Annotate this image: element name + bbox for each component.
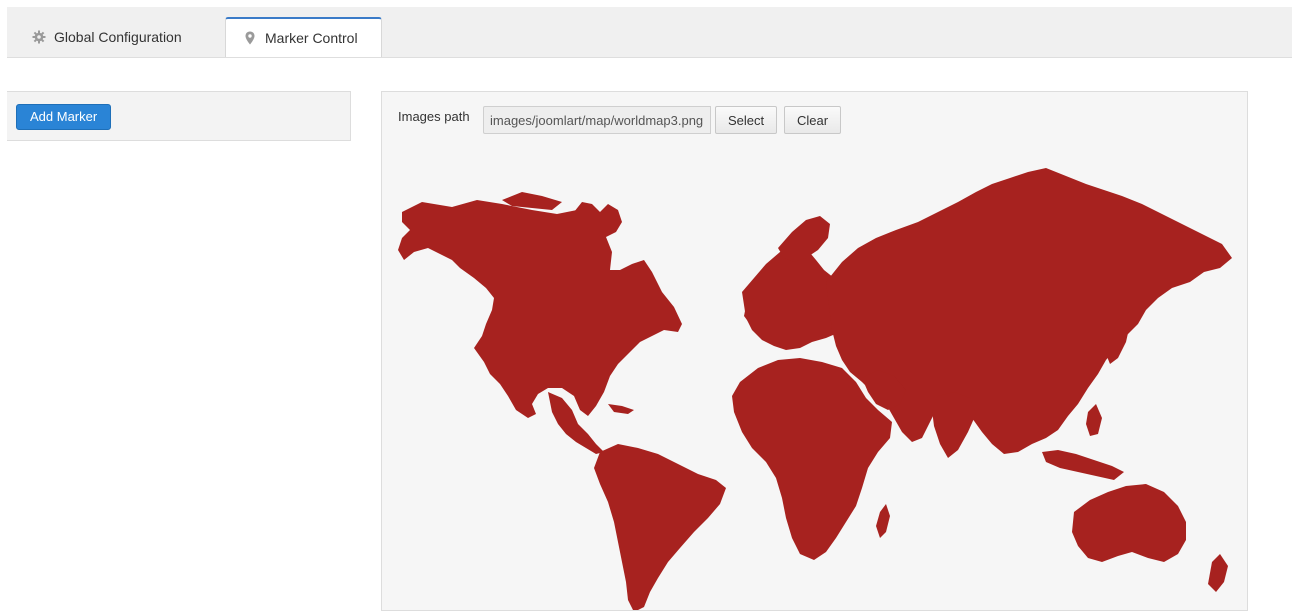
map-preview-panel: Images path Select Clear <box>381 91 1248 611</box>
southeast-asia-islands-shape <box>1042 450 1124 480</box>
clear-button[interactable]: Clear <box>784 106 842 134</box>
tab-global-configuration[interactable]: Global Configuration <box>32 17 182 57</box>
asia-shape <box>826 168 1232 454</box>
scandinavia-shape <box>778 216 830 262</box>
images-path-label: Images path <box>398 109 470 124</box>
add-marker-button[interactable]: Add Marker <box>16 104 112 130</box>
tab-label: Marker Control <box>265 30 358 46</box>
world-map-landmass <box>398 168 1232 610</box>
north-america-shape <box>398 200 682 418</box>
caribbean-shape <box>608 404 634 414</box>
images-path-input[interactable] <box>483 106 711 134</box>
tab-bar: Global Configuration Marker Control <box>7 7 1292 58</box>
australia-shape <box>1072 484 1186 562</box>
tab-marker-control[interactable]: Marker Control <box>225 17 382 57</box>
select-button[interactable]: Select <box>715 106 778 134</box>
india-shape <box>932 392 976 458</box>
tab-label: Global Configuration <box>54 29 182 45</box>
philippines-shape <box>1086 404 1102 436</box>
new-zealand-shape <box>1208 554 1228 592</box>
marker-list-panel: Add Marker <box>7 91 351 141</box>
map-pin-icon <box>243 31 257 45</box>
gear-icon <box>32 30 46 44</box>
madagascar-shape <box>876 504 890 538</box>
south-america-shape <box>594 444 726 610</box>
world-map-image[interactable] <box>382 92 1248 611</box>
